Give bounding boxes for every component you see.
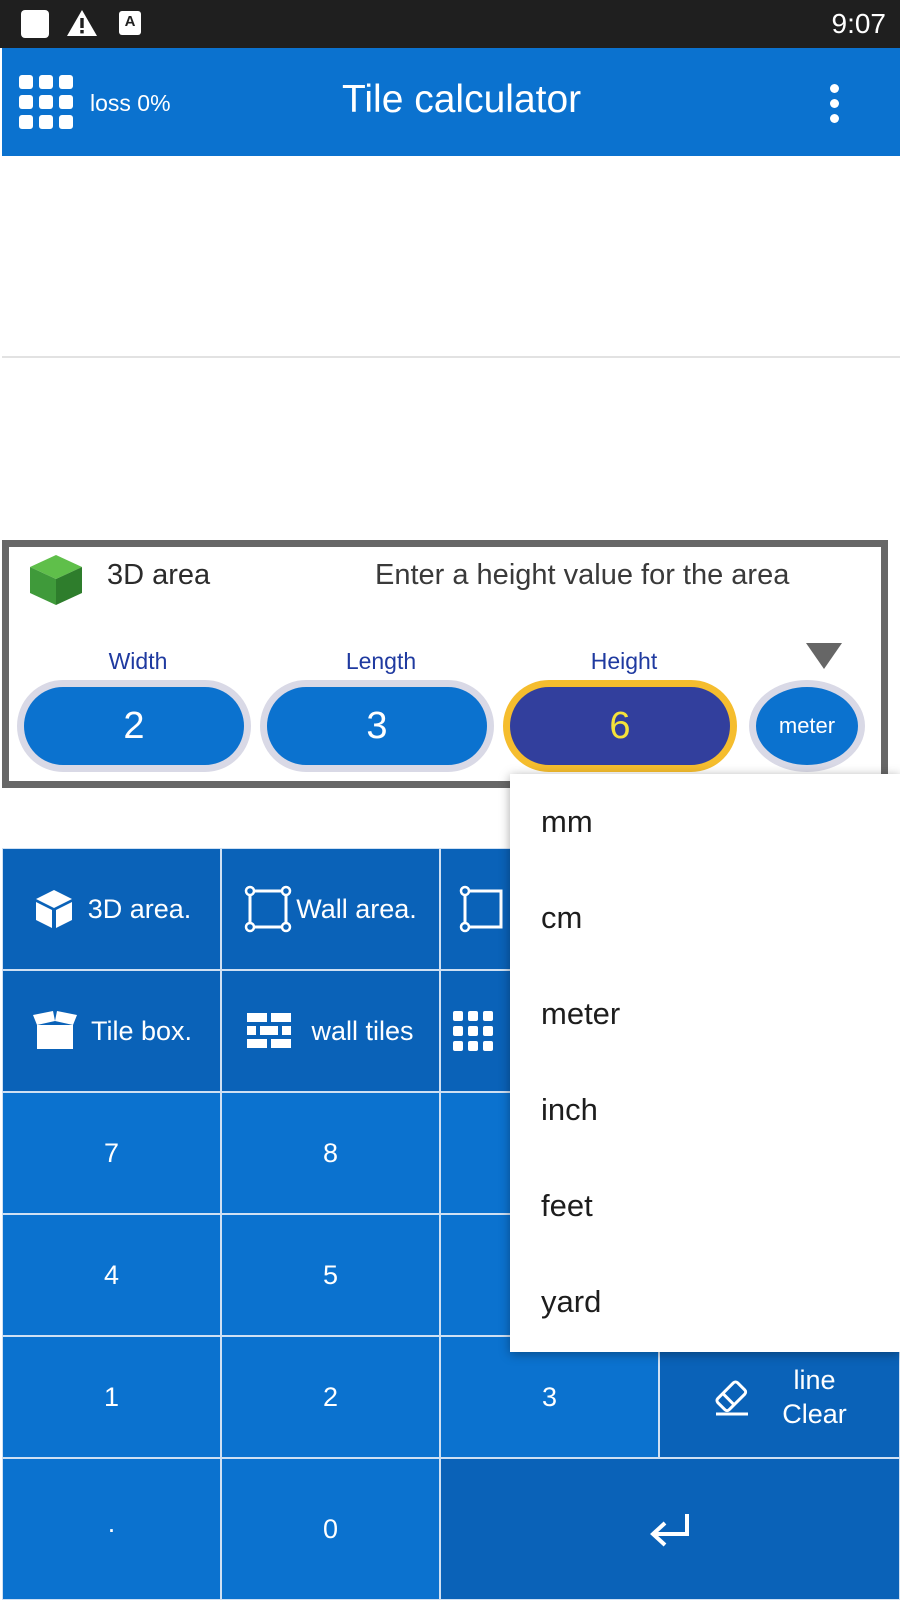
warning-icon xyxy=(67,10,97,36)
key-5[interactable]: 5 xyxy=(221,1214,440,1336)
dropdown-caret-icon[interactable] xyxy=(806,643,842,669)
wall-tiles-label: wall tiles xyxy=(311,1015,414,1046)
unit-dropdown-menu: mm cm meter inch feet yard xyxy=(510,774,900,1352)
key-3[interactable]: 3 xyxy=(440,1336,659,1458)
brick-wall-icon xyxy=(247,1013,292,1048)
key-decimal[interactable]: · xyxy=(2,1458,221,1600)
tile-box-label: Tile box. xyxy=(90,1015,193,1046)
loss-label[interactable]: loss 0% xyxy=(90,90,171,117)
wall-tiles-button[interactable]: wall tiles xyxy=(221,970,440,1092)
key-0[interactable]: 0 xyxy=(221,1458,440,1600)
cube-outline-icon xyxy=(35,890,72,928)
height-field[interactable]: 6 xyxy=(503,680,737,772)
wall-area-button[interactable]: Wall area. xyxy=(221,848,440,970)
key-4[interactable]: 4 xyxy=(2,1214,221,1336)
status-bar: A 9:07 xyxy=(0,0,900,48)
3d-area-button[interactable]: 3D area. xyxy=(2,848,221,970)
key-2[interactable]: 2 xyxy=(221,1336,440,1458)
area-input-panel: 3D area Enter a height value for the are… xyxy=(2,540,888,788)
grid-icon[interactable] xyxy=(19,75,73,129)
unit-option-feet[interactable]: feet xyxy=(510,1158,900,1254)
unit-selector[interactable]: meter xyxy=(749,680,865,772)
width-label: Width xyxy=(108,648,168,674)
unit-option-cm[interactable]: cm xyxy=(510,870,900,966)
cube-icon xyxy=(30,555,82,605)
panel-hint: Enter a height value for the area xyxy=(375,559,790,591)
divider xyxy=(2,356,900,358)
tile-box-icon xyxy=(32,1011,77,1049)
floor-area-icon xyxy=(459,885,503,933)
key-1[interactable]: 1 xyxy=(2,1336,221,1458)
width-field[interactable]: 2 xyxy=(17,680,251,772)
unit-option-mm[interactable]: mm xyxy=(510,774,900,870)
tiles-grid-icon xyxy=(453,1011,493,1051)
tile-box-button[interactable]: Tile box. xyxy=(2,970,221,1092)
line-clear-label-2: Clear xyxy=(782,1399,847,1429)
kebab-menu-icon[interactable] xyxy=(828,84,842,129)
unit-option-inch[interactable]: inch xyxy=(510,1062,900,1158)
length-label: Length xyxy=(345,648,417,674)
key-8[interactable]: 8 xyxy=(221,1092,440,1214)
app-bar: loss 0% Tile calculator xyxy=(2,48,900,156)
key-7[interactable]: 7 xyxy=(2,1092,221,1214)
unit-option-yard[interactable]: yard xyxy=(510,1254,900,1350)
square-icon xyxy=(21,10,49,38)
unit-option-meter[interactable]: meter xyxy=(510,966,900,1062)
line-clear-button[interactable]: line Clear xyxy=(659,1336,900,1458)
wall-area-icon xyxy=(244,885,292,933)
status-time: 9:07 xyxy=(831,8,887,39)
app-title: Tile calculator xyxy=(342,78,582,121)
enter-button[interactable] xyxy=(440,1458,900,1600)
3d-area-label: 3D area. xyxy=(87,893,192,924)
eraser-icon xyxy=(715,1380,749,1416)
wall-area-label: Wall area. xyxy=(296,893,417,924)
enter-return-icon xyxy=(650,1514,689,1547)
height-label: Height xyxy=(590,648,658,674)
line-clear-label-1: line xyxy=(793,1365,836,1395)
length-field[interactable]: 3 xyxy=(260,680,494,772)
panel-title: 3D area xyxy=(107,559,211,591)
font-a-icon: A xyxy=(119,11,141,35)
